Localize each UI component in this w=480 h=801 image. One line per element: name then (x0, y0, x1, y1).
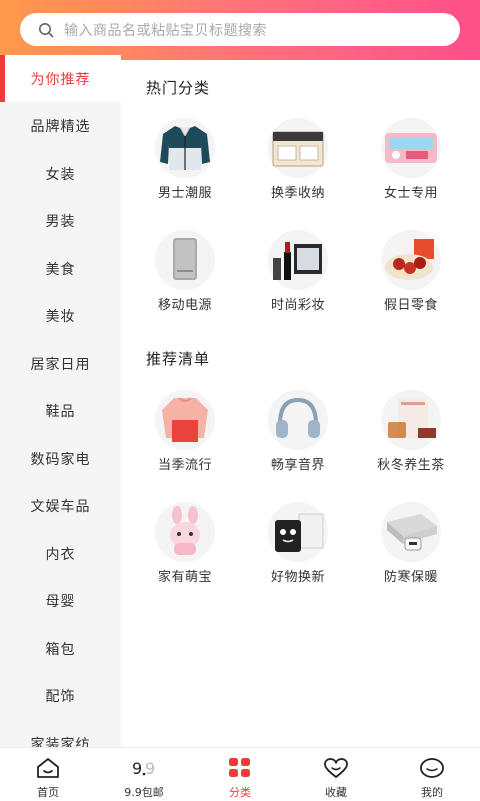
category-item-kids[interactable]: 家有萌宝 (130, 502, 240, 602)
jacket-image (160, 126, 210, 170)
sidebar-item-label: 鞋品 (45, 403, 76, 420)
tab-label: 9.9包邮 (124, 786, 164, 799)
power-bank-image (173, 238, 197, 280)
sidebar-item-label: 箱包 (45, 641, 76, 658)
section-title-hot: 热门分类 (146, 79, 211, 97)
sidebar-item-women[interactable]: 女装 (0, 150, 121, 197)
header-bar: 输入商品名或粘贴宝贝标题搜索 (0, 0, 480, 60)
svg-text:9: 9 (132, 759, 142, 778)
category-item-label: 家有萌宝 (157, 570, 212, 585)
tab-favorites[interactable]: 收藏 (288, 748, 384, 801)
tab-home[interactable]: 首页 (0, 748, 96, 801)
category-item-label: 换季收纳 (270, 186, 325, 201)
sidebar-item-accessories[interactable]: 配饰 (0, 672, 121, 719)
search-icon (39, 22, 54, 37)
category-item-label: 畅享音界 (270, 458, 325, 473)
category-item-label: 防寒保暖 (383, 570, 438, 585)
category-sidebar[interactable]: 为你推荐 品牌精选 女装 男装 美食 美妆 居家日用 鞋品 数码家电 文娱车品 … (0, 55, 121, 747)
category-item-label: 男士潮服 (157, 186, 212, 201)
category-item-label: 移动电源 (157, 298, 212, 313)
category-item-men-fashion[interactable]: 男士潮服 (130, 118, 240, 218)
sidebar-item-label: 内衣 (45, 546, 76, 563)
sidebar-item-label: 居家日用 (30, 356, 91, 373)
category-item-tea[interactable]: 秋冬养生茶 (356, 390, 466, 490)
search-input[interactable]: 输入商品名或粘贴宝贝标题搜索 (20, 13, 460, 46)
sidebar-item-digital[interactable]: 数码家电 (0, 435, 121, 482)
heated-pad-image (387, 514, 437, 551)
sidebar-item-label: 女装 (45, 166, 76, 183)
category-item-label: 时尚彩妆 (270, 298, 325, 313)
sidebar-item-men[interactable]: 男装 (0, 197, 121, 244)
sidebar-item-label: 品牌精选 (30, 118, 91, 135)
sidebar-item-food[interactable]: 美食 (0, 245, 121, 292)
category-item-audio[interactable]: 畅享音界 (243, 390, 353, 490)
category-item-warmth[interactable]: 防寒保暖 (356, 502, 466, 602)
makeup-image (273, 242, 322, 280)
search-placeholder: 输入商品名或粘贴宝贝标题搜索 (64, 22, 267, 39)
category-item-makeup[interactable]: 时尚彩妆 (243, 230, 353, 330)
sidebar-item-label: 文娱车品 (30, 498, 91, 515)
sidebar-item-home[interactable]: 居家日用 (0, 340, 121, 387)
heart-icon (324, 758, 348, 779)
sidebar-item-beauty[interactable]: 美妆 (0, 292, 121, 339)
sanitary-pad-image (385, 133, 437, 163)
category-item-power-bank[interactable]: 移动电源 (130, 230, 240, 330)
sidebar-item-underwear[interactable]: 内衣 (0, 530, 121, 577)
tab-category[interactable]: 分类 (192, 748, 288, 801)
sweater-image (162, 397, 208, 442)
tab-label: 收藏 (325, 786, 347, 799)
sidebar-item-label: 数码家电 (30, 451, 91, 468)
cup-image (275, 513, 324, 552)
sidebar-item-brand[interactable]: 品牌精选 (0, 102, 121, 149)
sidebar-item-label: 美食 (45, 261, 76, 278)
sidebar-item-baby[interactable]: 母婴 (0, 577, 121, 624)
sidebar-item-label: 家装家纺 (30, 736, 91, 748)
category-item-new-goods[interactable]: 好物换新 (243, 502, 353, 602)
nine-nine-icon: 9 9 (132, 759, 155, 778)
tea-image (388, 398, 436, 438)
tab-label: 分类 (229, 786, 251, 799)
category-item-label: 假日零食 (383, 298, 438, 313)
storage-box-image (272, 131, 324, 167)
category-item-label: 女士专用 (383, 186, 438, 201)
profile-icon (420, 758, 444, 778)
tab-label: 首页 (37, 786, 59, 799)
category-item-trending[interactable]: 当季流行 (130, 390, 240, 490)
category-item-snacks[interactable]: 假日零食 (356, 230, 466, 330)
sidebar-item-entertainment[interactable]: 文娱车品 (0, 482, 121, 529)
sidebar-item-home-textile[interactable]: 家装家纺 (0, 720, 121, 748)
category-grid-icon (229, 758, 250, 777)
tab-profile[interactable]: 我的 (384, 748, 480, 801)
headphones-image (276, 397, 320, 438)
sidebar-item-recommend[interactable]: 为你推荐 (0, 55, 121, 102)
snacks-image (385, 239, 434, 280)
sidebar-item-bags[interactable]: 箱包 (0, 625, 121, 672)
sidebar-item-label: 男装 (45, 213, 76, 230)
sidebar-item-label: 美妆 (45, 308, 76, 325)
section-title-recommend: 推荐清单 (146, 350, 211, 368)
category-item-storage[interactable]: 换季收纳 (243, 118, 353, 218)
tab-nine-nine[interactable]: 9 9 9.9包邮 (96, 748, 192, 801)
bottom-tab-bar: 首页 9 9 9.9包邮 分类 收藏 我的 (0, 747, 480, 800)
bunny-toy-image (170, 506, 200, 555)
sidebar-item-label: 为你推荐 (30, 71, 91, 88)
category-item-label: 秋冬养生茶 (377, 458, 445, 473)
sidebar-item-shoes[interactable]: 鞋品 (0, 387, 121, 434)
category-item-women-care[interactable]: 女士专用 (356, 118, 466, 218)
sidebar-item-label: 配饰 (45, 688, 76, 705)
category-item-label: 当季流行 (157, 458, 212, 473)
home-icon (37, 758, 59, 778)
tab-label: 我的 (421, 786, 443, 799)
category-item-label: 好物换新 (270, 570, 325, 585)
svg-text:9: 9 (145, 759, 155, 778)
sidebar-item-label: 母婴 (45, 593, 76, 610)
